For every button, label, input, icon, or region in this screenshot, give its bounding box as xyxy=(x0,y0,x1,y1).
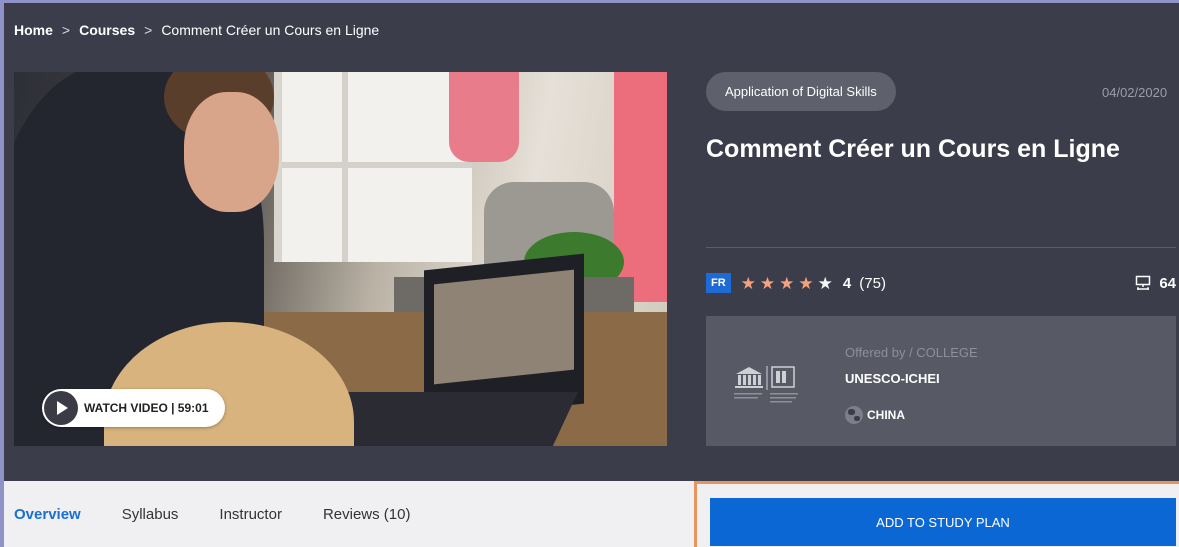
globe-icon xyxy=(845,406,863,424)
tab-instructor[interactable]: Instructor xyxy=(219,482,282,547)
tab-syllabus[interactable]: Syllabus xyxy=(122,482,179,547)
breadcrumb-separator-icon: > xyxy=(61,22,71,38)
tab-reviews[interactable]: Reviews (10) xyxy=(323,482,411,547)
add-to-study-plan-button[interactable]: ADD TO STUDY PLAN xyxy=(710,498,1176,546)
star-half-icon: ★ xyxy=(817,273,833,293)
course-date: 04/02/2020 xyxy=(1102,85,1168,100)
photo-window xyxy=(274,72,472,262)
language-badge: FR xyxy=(706,273,731,293)
provider-card[interactable]: Offered by / COLLEGE UNESCO-ICHEI CHINA xyxy=(706,316,1176,446)
breadcrumb-courses-link[interactable]: Courses xyxy=(79,22,135,38)
rating-value: 4 xyxy=(842,274,852,292)
page-frame: Home > Courses > Comment Créer un Cours … xyxy=(0,0,1179,547)
category-badge[interactable]: Application of Digital Skills xyxy=(706,72,896,111)
photo-woman-face xyxy=(184,92,279,212)
breadcrumb: Home > Courses > Comment Créer un Cours … xyxy=(14,22,379,38)
photo-pink-cloth xyxy=(449,72,519,162)
breadcrumb-separator-icon: > xyxy=(144,22,153,38)
star-icon: ★ xyxy=(759,273,776,293)
photo-laptop-screen xyxy=(434,269,574,385)
watch-video-button[interactable]: WATCH VIDEO | 59:01 xyxy=(42,389,225,427)
breadcrumb-current: Comment Créer un Cours en Ligne xyxy=(161,22,380,38)
play-icon xyxy=(44,391,78,425)
star-icon: ★ xyxy=(798,273,814,293)
presentation-icon xyxy=(1136,275,1151,290)
course-tabs: Overview Syllabus Instructor Reviews (10… xyxy=(4,481,694,547)
tab-overview[interactable]: Overview xyxy=(14,482,81,547)
country-label: CHINA xyxy=(867,408,905,422)
course-hero: Home > Courses > Comment Créer un Cours … xyxy=(4,3,1179,481)
provider-name[interactable]: UNESCO-ICHEI xyxy=(845,371,940,386)
photo-keyboard xyxy=(320,392,578,446)
star-icon: ★ xyxy=(740,273,756,293)
course-title: Comment Créer un Cours en Ligne xyxy=(706,135,1120,163)
course-video-thumbnail[interactable]: WATCH VIDEO | 59:01 xyxy=(14,72,667,446)
star-icon: ★ xyxy=(779,273,795,293)
lessons-count: 64 xyxy=(1135,275,1176,292)
divider xyxy=(706,247,1176,248)
offered-by-label: Offered by / COLLEGE xyxy=(845,345,978,360)
watch-video-label: WATCH VIDEO | 59:01 xyxy=(84,401,209,415)
star-rating: ★ ★ ★ ★ ★ xyxy=(741,275,833,292)
lessons-count-value: 64 xyxy=(1159,274,1176,292)
rating-row: FR ★ ★ ★ ★ ★ 4 (75) 64 xyxy=(706,270,1176,296)
provider-country: CHINA xyxy=(845,406,905,424)
cta-highlight: ADD TO STUDY PLAN xyxy=(694,481,1179,547)
provider-logo xyxy=(734,366,798,403)
rating-count[interactable]: (75) xyxy=(859,275,886,292)
breadcrumb-home-link[interactable]: Home xyxy=(14,22,53,38)
